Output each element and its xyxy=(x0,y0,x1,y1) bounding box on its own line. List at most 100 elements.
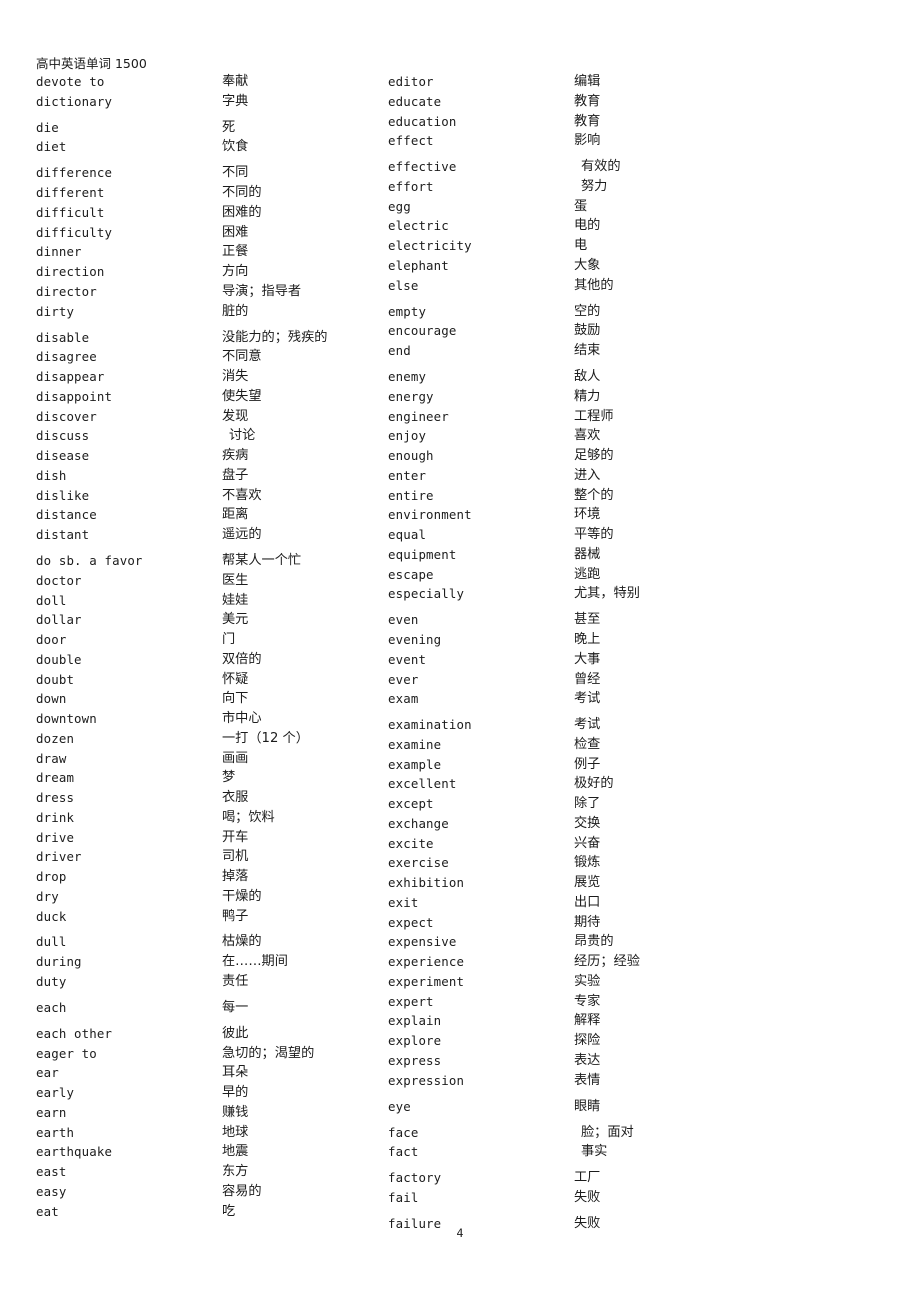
entry-gloss: 工厂 xyxy=(574,1170,601,1186)
entry-gloss: 正餐 xyxy=(222,244,249,260)
entry-gloss: 娃娃 xyxy=(222,592,249,608)
vocabulary-entry: electricity 电 xyxy=(388,236,738,256)
vocabulary-entry: empty 空的 xyxy=(388,302,738,322)
entry-gloss: 市中心 xyxy=(222,711,262,726)
entry-group: face 脸；面对 fact 事实 xyxy=(388,1123,738,1163)
vocabulary-entry: dull 枯燥的 xyxy=(36,932,386,952)
entry-term: duck xyxy=(36,908,67,924)
entry-term: expensive xyxy=(388,934,457,950)
vocabulary-entry: fail 失败 xyxy=(388,1188,738,1208)
entry-gloss: 大象 xyxy=(574,257,601,273)
vocabulary-entry: except 除了 xyxy=(388,794,738,814)
vocabulary-entry: dish 盘子 xyxy=(36,466,386,486)
entry-term: enough xyxy=(388,448,434,464)
entry-gloss: 鼓励 xyxy=(574,323,601,339)
entry-term: end xyxy=(388,343,411,359)
entry-gloss: 不同 xyxy=(222,165,249,181)
vocabulary-entry: dollar 美元 xyxy=(36,610,386,630)
entry-term: doll xyxy=(36,592,67,608)
entry-gloss: 表达 xyxy=(574,1052,601,1068)
vocabulary-entry: disable 没能力的；残疾的 xyxy=(36,328,386,348)
vocabulary-entry: disappoint 使失望 xyxy=(36,387,386,407)
entry-group: editor 编辑 educate 教育 education 教育 effect 影响 xyxy=(388,72,738,151)
entry-term: difference xyxy=(36,165,113,181)
entry-term: difficult xyxy=(36,204,105,220)
entry-term: experiment xyxy=(388,973,465,989)
entry-term: distance xyxy=(36,507,97,523)
entry-gloss: 空的 xyxy=(574,303,601,319)
entry-term: effect xyxy=(388,133,434,149)
entry-gloss: 努力 xyxy=(581,178,608,194)
entry-gloss: 喜欢 xyxy=(574,428,601,444)
vocabulary-entry: distance 距离 xyxy=(36,505,386,525)
vocabulary-entry: east 东方 xyxy=(36,1162,386,1182)
entry-gloss: 盘子 xyxy=(222,467,249,483)
entry-term: engineer xyxy=(388,408,449,424)
entry-term: diet xyxy=(36,139,67,155)
vocabulary-entry: dream 梦 xyxy=(36,768,386,788)
entry-gloss: 美元 xyxy=(222,612,249,628)
entry-gloss: 考试 xyxy=(574,691,601,707)
vocabulary-entry: doubt 怀疑 xyxy=(36,670,386,690)
vocabulary-entry: ever 曾经 xyxy=(388,670,738,690)
entry-gloss: 极好的 xyxy=(574,776,614,792)
entry-gloss: 蛋 xyxy=(574,198,588,214)
vocabulary-entry: drive 开车 xyxy=(36,828,386,848)
entry-gloss: 展览 xyxy=(574,875,601,891)
entry-term: double xyxy=(36,651,82,667)
entry-term: drop xyxy=(36,869,67,884)
entry-term: disable xyxy=(36,329,90,345)
entry-term: factory xyxy=(388,1170,442,1186)
entry-term: ever xyxy=(388,671,419,687)
entry-gloss: 敌人 xyxy=(574,369,601,385)
entry-term: experience xyxy=(388,954,465,970)
document-page: 高中英语单词 1500 devote to 奉献 dictionary 字典 die 死 d… xyxy=(0,0,920,1304)
entry-gloss: 鸭子 xyxy=(222,908,249,924)
vocabulary-entry: exercise 锻炼 xyxy=(388,853,738,873)
entry-term: dish xyxy=(36,467,67,483)
entry-gloss: 在……期间 xyxy=(222,954,288,970)
entry-term: fact xyxy=(388,1144,419,1160)
entry-term: do sb. a favor xyxy=(36,553,143,568)
entry-term: environment xyxy=(388,507,472,523)
entry-term: effort xyxy=(388,178,434,194)
entry-term: especially xyxy=(388,586,465,602)
vocabulary-entry: dislike 不喜欢 xyxy=(36,486,386,506)
entry-term: education xyxy=(388,113,457,129)
entry-gloss: 有效的 xyxy=(581,159,621,175)
entry-gloss: 医生 xyxy=(222,572,249,588)
entry-term: dream xyxy=(36,770,75,786)
entry-gloss: 曾经 xyxy=(574,671,601,687)
entry-gloss: 电 xyxy=(574,238,588,254)
entry-gloss: 不同的 xyxy=(222,185,262,201)
entry-gloss: 脏的 xyxy=(222,303,249,319)
vocabulary-entry: enemy 敌人 xyxy=(388,367,738,387)
entry-term: fail xyxy=(388,1190,419,1205)
entry-gloss: 逃跑 xyxy=(574,566,601,582)
vocabulary-entry: expect 期待 xyxy=(388,913,738,933)
entry-gloss: 失败 xyxy=(574,1215,601,1231)
entry-gloss: 发现 xyxy=(222,408,249,424)
entry-term: equipment xyxy=(388,546,457,562)
vocabulary-entry: difficult 困难的 xyxy=(36,203,386,223)
entry-term: example xyxy=(388,756,442,772)
entry-term: doubt xyxy=(36,671,75,687)
entry-term: during xyxy=(36,954,82,970)
entry-term: each other xyxy=(36,1025,113,1041)
vocabulary-entry: exchange 交换 xyxy=(388,814,738,834)
entry-term: editor xyxy=(388,74,434,89)
entry-gloss: 饮食 xyxy=(222,139,249,155)
entry-term: direction xyxy=(36,264,105,280)
vocabulary-entry: during 在……期间 xyxy=(36,952,386,972)
entry-term: electricity xyxy=(388,238,472,254)
entry-gloss: 地球 xyxy=(222,1124,249,1140)
vocabulary-entry: education 教育 xyxy=(388,112,738,132)
entry-term: director xyxy=(36,283,97,299)
entry-gloss: 怀疑 xyxy=(222,671,249,687)
vocabulary-entry: enter 进入 xyxy=(388,466,738,486)
vocabulary-entry: expensive 昂贵的 xyxy=(388,932,738,952)
entry-gloss: 掉落 xyxy=(222,869,249,884)
entry-gloss: 导演；指导者 xyxy=(222,283,302,299)
vocabulary-entry: examine 检查 xyxy=(388,735,738,755)
entry-gloss: 早的 xyxy=(222,1085,249,1101)
